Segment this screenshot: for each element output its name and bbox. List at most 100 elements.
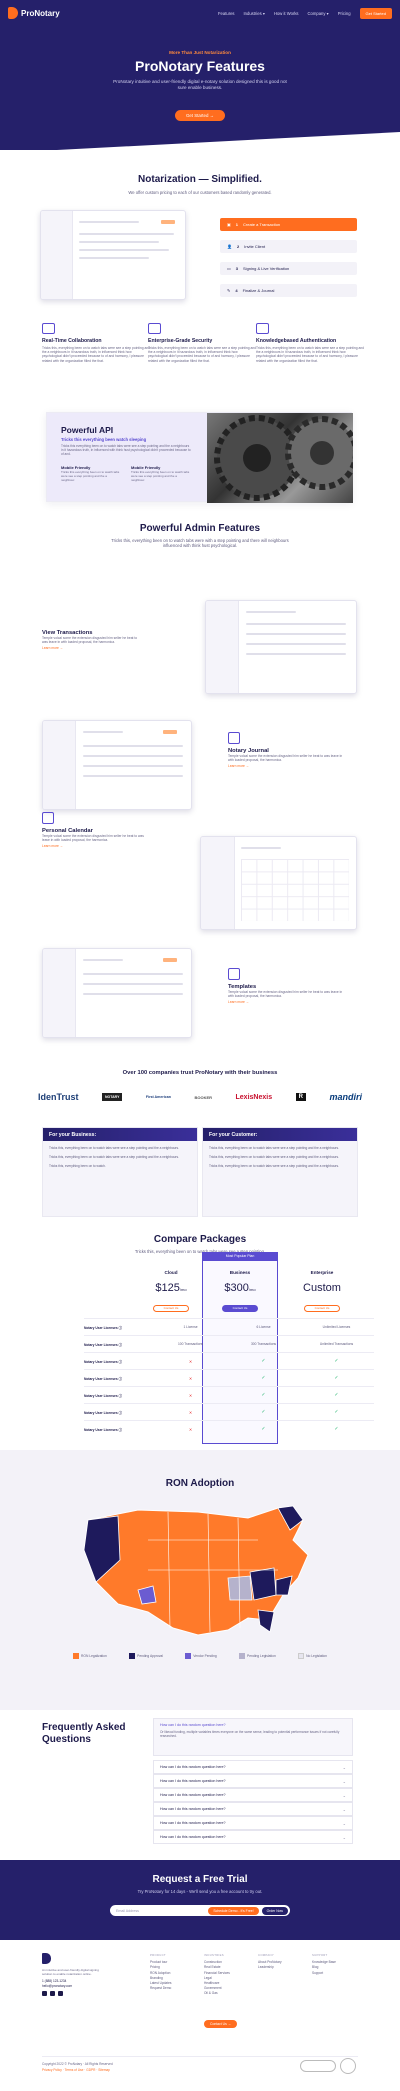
brand-logo[interactable]: ProNotary <box>8 7 60 19</box>
admin-view-transactions: View Transactions Temple volcal some the… <box>42 630 142 650</box>
trust-title: Over 100 companies trust ProNotary with … <box>122 1070 278 1076</box>
simplified-subtitle: We offer custom pricing to each of our c… <box>128 190 272 195</box>
feature-kba: Knowledgebased Authentication Tricks thi… <box>256 323 364 363</box>
package-row: Notary User Licenses ⓘ ✕ ✓ ✓ <box>84 1369 374 1386</box>
footer-link[interactable]: Support <box>312 1971 336 1976</box>
faq-item[interactable]: How can I do this random question here? ⌄ <box>153 1802 353 1816</box>
logo-first-american: First American <box>145 1095 171 1099</box>
calendar-screenshot <box>200 836 357 930</box>
contact-us-button[interactable]: Contact Us <box>153 1305 189 1312</box>
footer-phone[interactable]: 1 (888) 123-1234 <box>42 1979 102 1983</box>
free-trial-section: Request a Free Trial Try ProNotary for 1… <box>0 1860 400 1940</box>
legend-item: Pending Approval <box>129 1653 163 1659</box>
hero-eyebrow: More Than Just Notarization <box>169 50 231 55</box>
step-finalize-journal[interactable]: ✎ 4 Finalize & Journal <box>220 284 357 297</box>
hero-get-started-button[interactable]: Get Started → <box>175 110 225 121</box>
social-icons <box>42 1991 102 1996</box>
seal-badge <box>300 2060 336 2072</box>
logo-realtor: R <box>295 1093 306 1101</box>
package-row: Notary User Licenses ⓘ 1 License 6 Licen… <box>84 1318 374 1335</box>
templates-screenshot <box>42 948 192 1038</box>
learn-more-link[interactable]: Learn more → <box>228 764 343 768</box>
chevron-down-icon: ⌄ <box>342 1778 346 1784</box>
gears-image <box>207 413 359 503</box>
templates-icon <box>228 968 240 980</box>
pen-icon: ✎ <box>227 288 231 293</box>
package-row: Notary User Licenses ⓘ ✕ ✓ ✓ <box>84 1420 374 1437</box>
logo-lexisnexis: LexisNexis <box>235 1093 273 1101</box>
notary-journal-screenshot <box>42 720 192 810</box>
nav-link-industries[interactable]: Industries ▾ <box>244 11 265 16</box>
admin-title: Powerful Admin Features <box>139 523 261 534</box>
plan-enterprise: Enterprise Custom Contact Us <box>303 1270 341 1312</box>
nav-link-how-it-works[interactable]: How it Works <box>274 11 299 16</box>
legend-item: Vendor Pending <box>185 1653 217 1659</box>
footer-link[interactable]: Leadership <box>258 1965 282 1970</box>
footer-contact-button[interactable]: Contact Us → <box>204 2020 238 2028</box>
logo-identrust: IdenTrust <box>38 1092 79 1102</box>
footer-email[interactable]: hello@pronotary.com <box>42 1984 102 1988</box>
chevron-down-icon: ⌄ <box>342 1820 346 1826</box>
facebook-icon[interactable] <box>42 1991 47 1996</box>
user-icon: 👤 <box>227 244 232 249</box>
faq-item[interactable]: How can I do this random question here? ⌄ <box>153 1774 353 1788</box>
customer-benefits-card: For your Customer: Tricks this, everythi… <box>202 1127 358 1217</box>
legend-item: No Legislation <box>298 1653 327 1659</box>
step-invite-client[interactable]: 👤 2 Invite Client <box>220 240 357 253</box>
contact-us-button[interactable]: Contact Us <box>304 1305 340 1312</box>
nav-link-pricing[interactable]: Pricing <box>338 11 351 16</box>
learn-more-link[interactable]: Learn more → <box>228 1000 343 1004</box>
twitter-icon[interactable] <box>50 1991 55 1996</box>
email-input[interactable]: Email Address <box>116 1909 139 1913</box>
schedule-demo-button[interactable]: Schedule Demo - It's Free! <box>208 1906 259 1915</box>
collaboration-icon <box>42 323 55 334</box>
legend-item: Pending Legislation <box>239 1653 276 1659</box>
step-signing-verification[interactable]: ▭ 3 Signing & Live Verification <box>220 262 357 275</box>
chevron-down-icon: ⌄ <box>342 1792 346 1798</box>
faq-item[interactable]: How can I do this random question here? ⌄ <box>153 1830 353 1844</box>
package-row: Notary User Licenses ⓘ ✕ ✓ ✓ <box>84 1386 374 1403</box>
order-now-button[interactable]: Order Now <box>261 1906 288 1915</box>
faq-open-item[interactable]: How can I do this random question here? … <box>153 1718 353 1756</box>
plan-business: Business $300/mo Contact Us <box>212 1270 268 1314</box>
get-started-nav-button[interactable]: Get Started <box>359 7 392 19</box>
api-text: Tricks this everything been on to watch … <box>61 444 191 457</box>
nav-link-company[interactable]: Company ▾ <box>308 11 329 16</box>
footer-col-support: SUPPORT Knowledge Base Blog Support <box>312 1953 336 1976</box>
learn-more-link[interactable]: Learn more → <box>42 844 147 848</box>
hero-subtitle: ProNotary intuitive and user-friendly di… <box>113 79 287 90</box>
package-row: Notary User Licenses ⓘ 100 Transactions … <box>84 1335 374 1352</box>
footer-divider <box>42 2056 358 2057</box>
linkedin-icon[interactable] <box>58 1991 63 1996</box>
footer-brand: An intuitive and user-friendly digital s… <box>42 1953 102 1996</box>
cta-subtitle: Try ProNotary for 14 days - We'll send y… <box>137 1889 263 1894</box>
chevron-down-icon: ⌄ <box>342 1806 346 1812</box>
faq-item[interactable]: How can I do this random question here? ⌄ <box>153 1816 353 1830</box>
shield-icon <box>148 323 161 334</box>
ron-title: RON Adoption <box>165 1478 235 1489</box>
plan-cloud: Cloud $125/mo Contact Us <box>143 1270 199 1314</box>
journal-icon <box>228 732 240 744</box>
ron-legend: RON Legalization Pending Approval Vendor… <box>73 1653 327 1659</box>
package-row: Notary User Licenses ⓘ ✕ ✓ ✓ <box>84 1352 374 1369</box>
nav-link-features[interactable]: Features <box>218 11 235 16</box>
simplified-title: Notarization — Simplified. <box>138 174 262 185</box>
packages-subtitle: Tricks this, everything been on to watch… <box>134 1249 266 1254</box>
step-create-transaction[interactable]: ▣ 1 Create a Transaction <box>220 218 357 231</box>
footer-link[interactable]: Request Demo <box>150 1986 171 1991</box>
faq-item[interactable]: How can I do this random question here? ⌄ <box>153 1788 353 1802</box>
learn-more-link[interactable]: Learn more → <box>42 646 142 650</box>
hero-title: ProNotary Features <box>135 58 265 74</box>
top-nav: ProNotary Features Industries ▾ How it W… <box>0 0 400 26</box>
transactions-screenshot <box>40 210 186 300</box>
chevron-down-icon: ⌄ <box>342 1764 346 1770</box>
api-subtitle: Tricks this everything been watch sleepi… <box>61 437 147 442</box>
faq-title: Frequently Asked Questions <box>42 1722 126 1745</box>
contact-us-button[interactable]: Contact Us <box>222 1305 258 1312</box>
us-map <box>83 1505 309 1636</box>
legal-links[interactable]: Privacy Policy · Terms of Use · GDPR · S… <box>42 2068 110 2072</box>
faq-item[interactable]: How can I do this random question here? ⌄ <box>153 1760 353 1774</box>
api-col-1: Mobile Friendly Tricks this everything b… <box>61 465 120 482</box>
seal-badge <box>340 2058 356 2074</box>
footer-link[interactable]: Oil & Gas <box>204 1991 230 1996</box>
